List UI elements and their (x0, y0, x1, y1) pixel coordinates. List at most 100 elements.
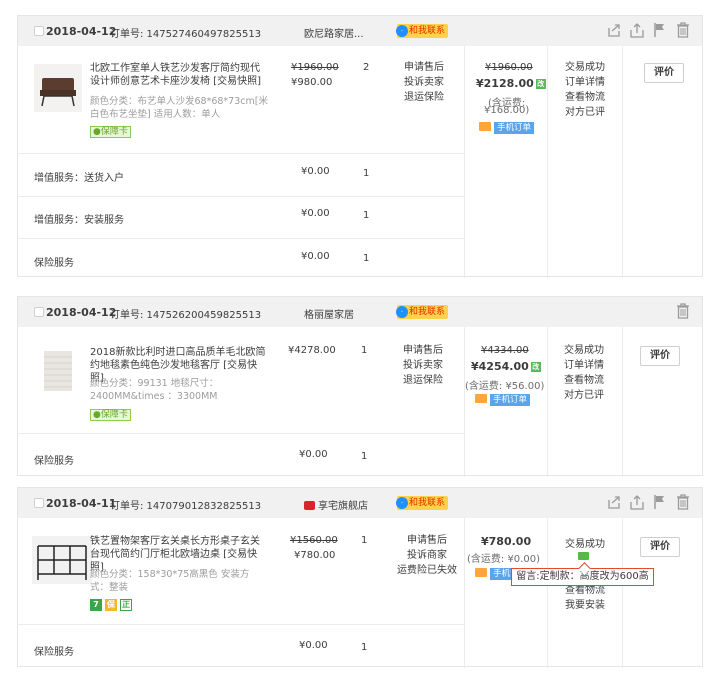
shop-name-link[interactable]: 格丽屋家居 (304, 306, 354, 321)
quantity: 2 (363, 62, 370, 73)
service-price: ¥0.00 (301, 166, 330, 177)
review-status-link[interactable]: 对方已评 (565, 105, 605, 120)
order-card: 2018-04-12 订单号: 147527460497825513 欧尼路家居… (17, 15, 703, 278)
shipping-fee-amount: ¥168.00) (484, 105, 530, 116)
status-text: 交易成功 (564, 345, 604, 356)
share-icon[interactable] (607, 22, 621, 38)
service-qty: 1 (361, 451, 368, 462)
service-name: 保险服务 (34, 456, 74, 467)
upload-icon[interactable] (630, 22, 644, 38)
order-date: 2018-04-11 (46, 497, 117, 510)
service-price: ¥0.00 (301, 208, 330, 219)
contact-seller-button[interactable]: · 和我联系 (396, 24, 449, 38)
view-logistics-link[interactable]: 查看物流 (565, 90, 605, 105)
service-name: 保险服务 (34, 647, 74, 658)
total-price: ¥4254.00 改 (471, 360, 541, 373)
authentic-icon[interactable]: 正 (120, 599, 132, 611)
complain-link[interactable]: 投诉商家 (394, 548, 460, 563)
modified-price-icon: 改 (535, 79, 546, 89)
order-number: 订单号: 147526200459825513 (110, 310, 262, 321)
rate-button[interactable]: 评价 (640, 346, 680, 366)
order-status: 交易成功 订单详情 查看物流 对方已评 (564, 343, 604, 403)
service-price: ¥0.00 (299, 640, 328, 651)
guarantee-icon: ● (93, 410, 101, 420)
trash-icon[interactable] (676, 303, 690, 319)
quantity: 1 (361, 345, 368, 356)
shipping-fee: (含运费: ¥0.00) (467, 554, 540, 565)
guarantee-icon: ● (93, 127, 101, 137)
install-request-link[interactable]: 我要安装 (565, 598, 605, 613)
service-name: 增值服务：安装服务 (34, 215, 124, 226)
contact-seller-button[interactable]: · 和我联系 (396, 496, 449, 510)
trash-icon[interactable] (676, 494, 690, 510)
contact-seller-button[interactable]: · 和我联系 (396, 305, 449, 319)
card-icon (475, 394, 487, 403)
after-sale-link[interactable]: 申请售后 (404, 60, 444, 75)
flag-icon[interactable] (653, 22, 667, 38)
modified-price-icon: 改 (530, 362, 541, 372)
guarantee-badge[interactable]: ●保障卡 (90, 126, 131, 138)
guarantee-icon[interactable]: 保 (105, 599, 117, 611)
status-text: 交易成功 (565, 62, 605, 73)
total-original-price: ¥1960.00 (485, 62, 533, 73)
item-actions: 申请售后 投诉商家 运费险已失效 (394, 533, 460, 578)
order-detail-link[interactable]: 订单详情 (564, 358, 604, 373)
order-checkbox[interactable] (34, 307, 44, 317)
unit-price: ¥780.00 (294, 550, 336, 561)
shop-name-link[interactable]: 享宅旗舰店 (304, 497, 368, 512)
service-price: ¥0.00 (301, 251, 330, 262)
return-insurance-link[interactable]: 退运保险 (404, 90, 444, 105)
trash-icon[interactable] (676, 22, 690, 38)
card-icon (475, 568, 487, 577)
after-sale-link[interactable]: 申请售后 (403, 343, 443, 358)
item-actions: 申请售后 投诉卖家 退运保险 (403, 343, 443, 388)
chat-bubble-icon: · (396, 497, 408, 509)
order-checkbox[interactable] (34, 498, 44, 508)
order-header: 2018-04-11 订单号: 147079012832825513 享宅旗舰店… (18, 488, 702, 518)
shop-name-link[interactable]: 欧尼路家居... (304, 25, 364, 40)
order-checkbox[interactable] (34, 26, 44, 36)
seven-day-return-icon[interactable]: 7 (90, 599, 102, 611)
chat-bubble-icon: · (396, 25, 408, 37)
service-qty: 1 (363, 253, 370, 264)
service-qty: 1 (363, 210, 370, 221)
order-header: 2018-04-12 订单号: 147527460497825513 欧尼路家居… (18, 16, 702, 46)
view-logistics-link[interactable]: 查看物流 (564, 373, 604, 388)
service-price: ¥0.00 (299, 449, 328, 460)
rate-button[interactable]: 评价 (640, 537, 680, 557)
mobile-order-badge: 手机订单 (479, 122, 535, 134)
product-title-link[interactable]: 北欧工作室单人铁艺沙发客厅简约现代设计师创意艺术卡座沙发椅 [交易快照] (90, 62, 266, 88)
review-status-link[interactable]: 对方已评 (564, 388, 604, 403)
complain-link[interactable]: 投诉卖家 (403, 358, 443, 373)
upload-icon[interactable] (630, 494, 644, 510)
guarantee-badge[interactable]: ●保障卡 (90, 409, 131, 421)
complain-link[interactable]: 投诉卖家 (404, 75, 444, 90)
flag-icon[interactable] (653, 494, 667, 510)
return-insurance-link[interactable]: 退运保险 (403, 373, 443, 388)
card-icon (479, 122, 491, 131)
status-text: 交易成功 (565, 539, 605, 550)
shipping-fee: (含运费: ¥56.00) (465, 381, 545, 392)
order-date: 2018-04-12 (46, 306, 117, 319)
total-price: ¥780.00 (481, 535, 532, 548)
product-sku: 颜色分类：布艺单人沙发68*68*73cm[米白色布艺坐垫] 适用人数：单人 (90, 96, 268, 120)
product-thumbnail[interactable] (32, 536, 92, 584)
shipping-insurance-status: 运费险已失效 (397, 565, 457, 576)
order-detail-link[interactable]: 订单详情 (565, 75, 605, 90)
order-status: 交易成功 订单详情 查看物流 对方已评 (565, 60, 605, 120)
total-price: ¥2128.00 改 (476, 77, 546, 90)
rate-button[interactable]: 评价 (644, 63, 684, 83)
original-price: ¥1960.00 (291, 62, 339, 73)
order-number: 订单号: 147527460497825513 (110, 29, 262, 40)
unit-price: ¥980.00 (291, 77, 333, 88)
order-card: 2018-04-12 订单号: 147526200459825513 格丽屋家居… (17, 296, 703, 477)
after-sale-link[interactable]: 申请售后 (394, 533, 460, 548)
share-icon[interactable] (607, 494, 621, 510)
total-original-price: ¥4334.00 (481, 345, 529, 356)
order-date: 2018-04-12 (46, 25, 117, 38)
item-actions: 申请售后 投诉卖家 退运保险 (404, 60, 444, 105)
product-thumbnail[interactable] (34, 64, 82, 112)
product-thumbnail[interactable] (34, 347, 82, 395)
original-price: ¥1560.00 (290, 535, 338, 546)
service-name: 保险服务 (34, 258, 74, 269)
